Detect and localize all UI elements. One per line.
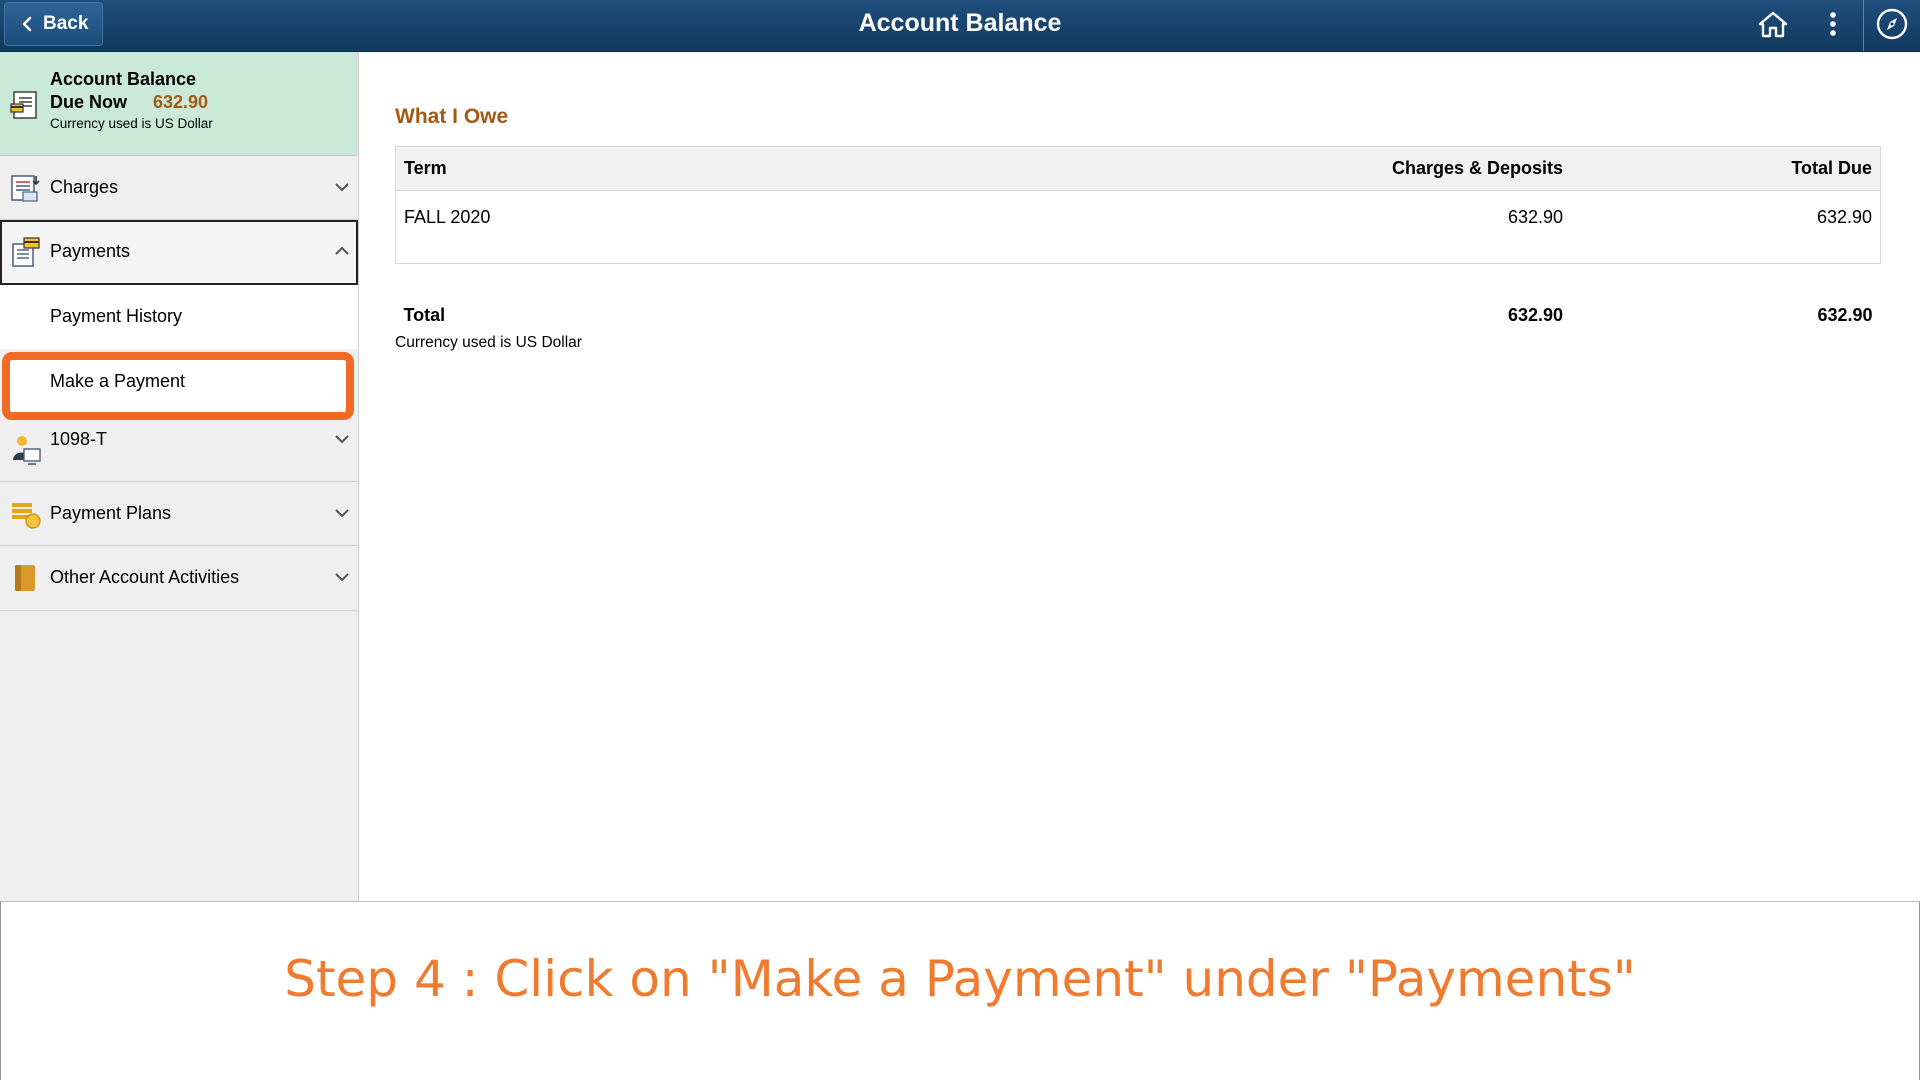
- column-header-charges-deposits: Charges & Deposits: [912, 146, 1571, 191]
- sidebar-subitem-label: Make a Payment: [50, 371, 186, 391]
- charges-cell: 632.90: [912, 190, 1571, 264]
- home-icon[interactable]: [1755, 6, 1791, 42]
- page-title: Account Balance: [858, 9, 1062, 37]
- chevron-down-icon: [335, 435, 349, 444]
- sidebar-item-label: 1098-T: [50, 429, 108, 449]
- due-now-label: Due Now: [50, 92, 128, 112]
- term-cell: FALL 2020: [395, 190, 912, 264]
- column-header-total-due: Total Due: [1571, 146, 1881, 191]
- account-activities-icon: [15, 565, 35, 591]
- account-balance-icon: [10, 91, 37, 119]
- tutorial-step-caption: Step 4 : Click on "Make a Payment" under…: [284, 950, 1636, 1008]
- chevron-down-icon: [335, 183, 349, 192]
- summary-title: Account Balance: [50, 69, 197, 89]
- sidebar-subitem-label: Payment History: [50, 306, 183, 326]
- sidebar-item-label: Charges: [50, 177, 119, 197]
- account-balance-summary: Account Balance Due Now 632.90 Currency …: [0, 52, 358, 156]
- table-total-row: Total 632.90 632.90: [396, 264, 1881, 335]
- total-due-sum: 632.90: [1817, 305, 1873, 325]
- what-i-owe-table: Term Charges & Deposits Total Due FALL 2…: [395, 146, 1881, 334]
- table-row: FALL 2020 632.90 632.90: [395, 190, 1881, 264]
- currency-note: Currency used is US Dollar: [395, 334, 582, 351]
- chevron-up-icon: [335, 246, 349, 255]
- sidebar-item-payment-plans[interactable]: Payment Plans: [0, 482, 358, 546]
- actions-menu-icon[interactable]: [1815, 6, 1851, 42]
- sidebar-subitem-make-a-payment[interactable]: Make a Payment: [0, 352, 358, 420]
- total-charges: 632.90: [1507, 305, 1563, 325]
- left-panel: Account Balance Due Now 632.90 Currency …: [0, 52, 359, 901]
- summary-currency-note: Currency used is US Dollar: [50, 116, 213, 131]
- sidebar-item-label: Payments: [50, 241, 131, 261]
- chevron-down-icon: [335, 509, 349, 518]
- tax-form-icon: [13, 436, 41, 465]
- charges-icon: [11, 175, 40, 202]
- sidebar-item-other-account-activities[interactable]: Other Account Activities: [0, 546, 358, 611]
- due-now-amount: 632.90: [153, 92, 209, 112]
- total-label: Total: [403, 305, 446, 325]
- sidebar-item-label: Other Account Activities: [50, 567, 240, 587]
- navbar-compass-icon[interactable]: [1874, 6, 1910, 42]
- sidebar-item-label: Payment Plans: [50, 503, 172, 523]
- tutorial-caption-bar: Step 4 : Click on "Make a Payment" under…: [0, 901, 1920, 1080]
- sidebar-item-1098t[interactable]: 1098-T: [0, 420, 358, 482]
- sidebar-subitem-payment-history[interactable]: Payment History: [0, 285, 358, 349]
- chevron-down-icon: [335, 573, 349, 582]
- header-divider: [1863, 0, 1864, 51]
- payments-icon: [12, 237, 40, 267]
- column-header-term: Term: [395, 146, 912, 191]
- table-header-row: Term Charges & Deposits Total Due: [395, 146, 1881, 191]
- app-header: Back Account Balance: [0, 0, 1920, 52]
- total-due-cell: 632.90: [1571, 190, 1881, 264]
- payment-plans-icon: [12, 503, 41, 529]
- what-i-owe-title: What I Owe: [395, 105, 509, 128]
- sidebar-item-charges[interactable]: Charges: [0, 156, 358, 220]
- sidebar-item-payments[interactable]: Payments: [0, 220, 358, 285]
